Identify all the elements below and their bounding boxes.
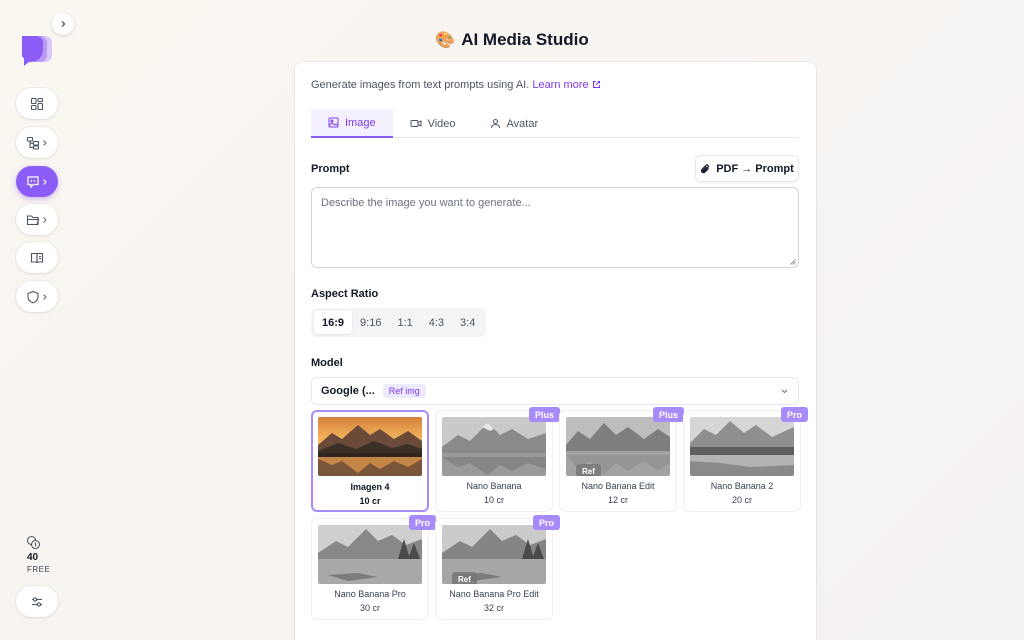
ref-img-badge: Ref img	[382, 384, 426, 398]
settings-button[interactable]	[16, 586, 58, 617]
external-link-icon	[592, 81, 600, 88]
sidebar-item-folder[interactable]	[16, 204, 58, 235]
video-icon	[410, 120, 422, 127]
dashboard-icon	[30, 97, 44, 110]
prompt-label: Prompt	[311, 163, 350, 175]
sidebar-item-hierarchy[interactable]	[16, 127, 58, 158]
tab-avatar[interactable]: Avatar	[473, 109, 556, 138]
model-provider-select[interactable]: Google (... Ref img	[311, 377, 799, 405]
chevron-right-icon	[43, 139, 47, 146]
ref-badge: Ref	[576, 464, 601, 476]
aspect-ratio-3-4[interactable]: 3:4	[452, 311, 483, 334]
ref-badge: Ref	[452, 572, 477, 584]
model-thumbnail: Ref	[566, 417, 670, 476]
hierarchy-icon	[26, 136, 40, 150]
sidebar-item-chat[interactable]	[16, 166, 58, 197]
book-icon	[30, 252, 44, 263]
model-provider-value: Google (...	[321, 385, 375, 397]
model-cost: 30 cr	[359, 603, 380, 613]
media-type-tabs: Image Video Avatar	[311, 109, 799, 138]
chevron-right-icon	[43, 293, 47, 300]
intro-text: Generate images from text prompts using …	[311, 79, 601, 91]
sidebar-item-book[interactable]	[16, 242, 58, 273]
pro-tier-badge: Pro	[780, 407, 808, 422]
model-card-nano-banana-2[interactable]: Pro Nano Banana 2 20 cr	[683, 407, 808, 512]
aspect-ratio-selector: 16:9 9:16 1:1 4:3 3:4	[311, 308, 487, 337]
chat-icon	[27, 175, 39, 188]
tab-video-label: Video	[427, 117, 456, 130]
model-card-nano-banana-edit[interactable]: Ref Plus Nano Banana Edit 12 cr	[559, 407, 684, 512]
prompt-input[interactable]	[311, 187, 799, 268]
chevron-right-icon	[43, 178, 47, 185]
model-thumbnail	[318, 417, 422, 476]
credits-count: 40	[27, 552, 39, 563]
pdf-to-prompt-label: PDF → Prompt	[716, 162, 794, 175]
model-label: Model	[311, 357, 343, 369]
model-name: Nano Banana 2	[710, 481, 774, 491]
aspect-ratio-label: Aspect Ratio	[311, 288, 379, 300]
pro-tier-badge: Pro	[408, 515, 436, 530]
model-cost: 10 cr	[359, 496, 381, 506]
sidebar-item-dashboard[interactable]	[16, 88, 58, 119]
model-thumbnail	[690, 417, 794, 476]
page-title-text: AI Media Studio	[461, 30, 589, 49]
sidebar: 40 FREE	[0, 0, 74, 640]
model-cost: 20 cr	[731, 495, 752, 505]
chevron-right-icon	[43, 216, 47, 223]
learn-more-label: Learn more	[532, 79, 589, 91]
credits-plan-label: FREE	[27, 565, 51, 574]
tab-image[interactable]: Image	[311, 109, 393, 138]
model-cost: 10 cr	[483, 495, 504, 505]
coins-icon	[26, 535, 41, 550]
credits-indicator[interactable]: 40 FREE	[18, 535, 58, 574]
shield-icon	[27, 290, 39, 303]
model-thumbnail	[442, 417, 546, 476]
model-name: Nano Banana	[466, 481, 522, 491]
aspect-ratio-16-9[interactable]: 16:9	[314, 311, 353, 334]
model-cost: 12 cr	[607, 495, 628, 505]
tab-image-label: Image	[345, 116, 376, 129]
model-name: Imagen 4	[350, 482, 390, 492]
model-name: Nano Banana Edit	[581, 481, 655, 491]
model-card-nano-banana-pro[interactable]: Pro Nano Banana Pro 30 cr	[311, 515, 436, 620]
model-thumbnail: Ref	[442, 525, 546, 584]
plus-tier-badge: Plus	[528, 407, 560, 422]
aspect-ratio-1-1[interactable]: 1:1	[389, 311, 420, 334]
image-icon	[328, 117, 339, 128]
sidebar-item-security[interactable]	[16, 281, 58, 312]
model-cost: 32 cr	[483, 603, 504, 613]
chevron-right-icon	[61, 21, 66, 27]
pdf-to-prompt-button[interactable]: PDF → Prompt	[695, 155, 799, 182]
sliders-icon	[32, 596, 42, 607]
model-name: Nano Banana Pro	[334, 589, 406, 599]
aspect-ratio-9-16[interactable]: 9:16	[352, 311, 389, 334]
aspect-ratio-4-3[interactable]: 4:3	[421, 311, 452, 334]
tab-avatar-label: Avatar	[506, 117, 539, 130]
resize-handle-icon[interactable]	[790, 259, 796, 265]
model-card-nano-banana[interactable]: Plus Nano Banana 10 cr	[435, 407, 560, 512]
user-icon	[490, 119, 500, 129]
tab-video[interactable]: Video	[393, 109, 473, 138]
folder-icon	[26, 214, 40, 225]
model-name: Nano Banana Pro Edit	[449, 589, 539, 599]
palette-icon: 🎨	[435, 32, 456, 49]
page-title: 🎨 AI Media Studio	[0, 30, 1024, 50]
media-studio-card: Generate images from text prompts using …	[295, 62, 816, 640]
plus-tier-badge: Plus	[652, 407, 684, 422]
model-card-imagen-4[interactable]: Imagen 4 10 cr	[311, 410, 429, 512]
model-thumbnail	[318, 525, 422, 584]
model-card-nano-banana-pro-edit[interactable]: Ref Pro Nano Banana Pro Edit 32 cr	[435, 515, 560, 620]
pro-tier-badge: Pro	[532, 515, 560, 530]
paperclip-icon	[701, 163, 710, 173]
intro-description: Generate images from text prompts using …	[311, 79, 530, 91]
chevron-down-icon	[781, 389, 788, 393]
learn-more-link[interactable]: Learn more	[532, 79, 600, 91]
